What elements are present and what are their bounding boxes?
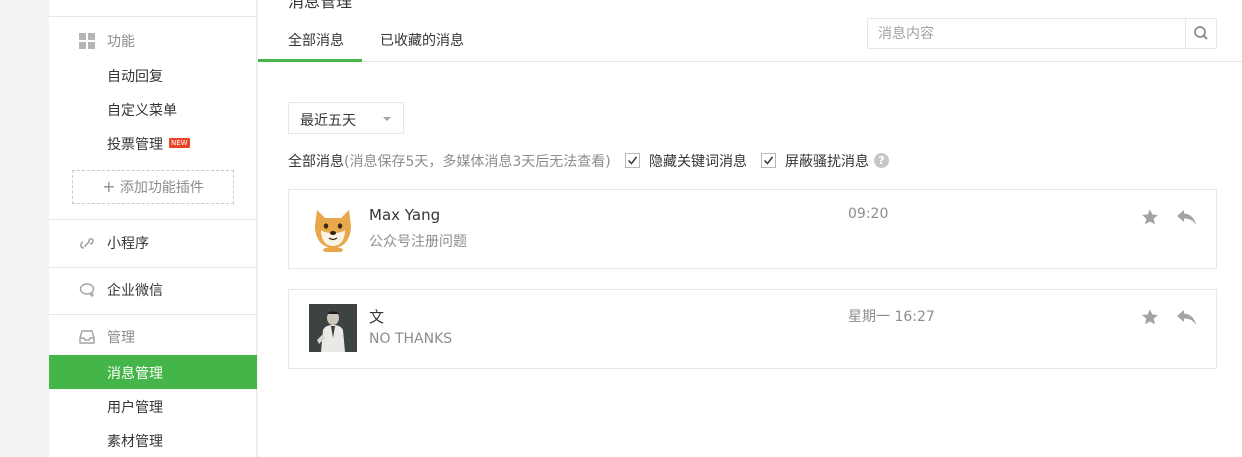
message-time: 09:20	[848, 206, 889, 222]
sidebar-group-label: 管理	[107, 330, 135, 346]
sender-name[interactable]: 文	[369, 306, 384, 327]
star-icon[interactable]	[1141, 208, 1159, 226]
add-plugin-label: 添加功能插件	[119, 180, 204, 196]
search-button[interactable]	[1185, 19, 1216, 48]
reply-icon[interactable]	[1176, 309, 1198, 326]
sidebar-item-users[interactable]: 用户管理	[49, 389, 257, 423]
filter-row: 全部消息(消息保存5天，多媒体消息3天后无法查看) 隐藏关键词消息 屏蔽骚扰消息…	[288, 151, 988, 171]
doge-avatar-image	[315, 210, 351, 252]
block-spam-label[interactable]: 屏蔽骚扰消息	[785, 151, 869, 171]
sidebar-item-vote[interactable]: 投票管理 NEW	[49, 126, 257, 160]
tab-all-messages[interactable]: 全部消息	[288, 30, 344, 50]
app-window: 功能 自动回复 自定义菜单 投票管理 NEW + 添加功能插件 小程序 企业微信…	[0, 0, 1242, 457]
sidebar-divider	[49, 16, 257, 17]
home-icon	[79, 0, 95, 5]
message-time: 星期一 16:27	[848, 309, 935, 325]
check-icon	[763, 156, 774, 165]
search-input[interactable]	[868, 19, 1186, 48]
search-box	[867, 18, 1217, 49]
sidebar-group-features: 功能	[49, 30, 257, 52]
sidebar-item-miniprogram[interactable]: 小程序	[49, 232, 257, 254]
sidebar-item-label: 小程序	[107, 236, 149, 252]
person-photo-image	[309, 304, 357, 352]
sidebar-divider	[49, 267, 257, 268]
sidebar-item-label: 投票管理	[107, 137, 163, 153]
sidebar-item-label: 自动回复	[107, 69, 163, 85]
sidebar-divider	[49, 314, 257, 315]
sidebar-item-label: 素材管理	[107, 434, 163, 450]
star-icon[interactable]	[1141, 308, 1159, 326]
wecom-icon	[79, 283, 95, 297]
doge-avatar[interactable]	[309, 204, 357, 252]
grid-icon	[79, 33, 95, 49]
check-icon	[627, 156, 638, 165]
hide-keyword-checkbox[interactable]	[625, 153, 640, 168]
person-photo-avatar[interactable]	[309, 304, 357, 352]
sidebar-item-custom-menu[interactable]: 自定义菜单	[49, 92, 257, 126]
sender-name[interactable]: Max Yang	[369, 206, 440, 224]
sidebar-item-label: 消息管理	[107, 366, 163, 382]
message-text: NO THANKS	[369, 331, 453, 347]
hide-keyword-label[interactable]: 隐藏关键词消息	[649, 151, 747, 171]
sidebar-item-materials[interactable]: 素材管理	[49, 423, 257, 457]
message-item[interactable]: 文 NO THANKS 星期一 16:27	[288, 289, 1217, 369]
sidebar-group-manage: 管理	[49, 326, 257, 348]
sidebar-item-label: 用户管理	[107, 400, 163, 416]
page-title: 消息管理	[288, 0, 353, 11]
sidebar-divider	[49, 219, 257, 220]
sidebar-item-messages[interactable]: 消息管理	[49, 355, 257, 389]
reply-icon[interactable]	[1176, 209, 1198, 226]
sidebar-item-label: 企业微信	[107, 283, 163, 299]
tab-starred-messages[interactable]: 已收藏的消息	[380, 30, 464, 50]
plus-icon: +	[102, 177, 116, 196]
search-icon	[1194, 26, 1208, 40]
caret-down-icon	[383, 117, 391, 121]
sidebar-item-wecom[interactable]: 企业微信	[49, 279, 257, 301]
retention-note: (消息保存5天，多媒体消息3天后无法查看)	[344, 154, 611, 170]
miniprogram-icon	[80, 237, 94, 249]
sidebar: 功能 自动回复 自定义菜单 投票管理 NEW + 添加功能插件 小程序 企业微信…	[49, 0, 257, 457]
date-range-select[interactable]: 最近五天	[288, 102, 404, 134]
inbox-icon	[79, 330, 95, 344]
message-text: 公众号注册问题	[369, 234, 467, 250]
sidebar-group-label: 功能	[107, 34, 135, 50]
sidebar-item-label: 自定义菜单	[107, 103, 177, 119]
date-range-value: 最近五天	[300, 113, 356, 129]
block-spam-checkbox[interactable]	[761, 153, 776, 168]
new-badge: NEW	[169, 138, 190, 148]
active-tab-indicator	[258, 59, 362, 62]
sidebar-item-auto-reply[interactable]: 自动回复	[49, 58, 257, 92]
sidebar-clipped-item[interactable]	[49, 0, 257, 8]
filter-label: 全部消息	[288, 154, 344, 170]
add-plugin-button[interactable]: + 添加功能插件	[72, 170, 234, 204]
message-item[interactable]: Max Yang 公众号注册问题 09:20	[288, 189, 1217, 269]
help-icon[interactable]: ?	[874, 153, 889, 168]
main-panel: 消息管理 全部消息 已收藏的消息 最近五天 全部消息(消息保存5天，多媒体消息3…	[258, 0, 1242, 457]
